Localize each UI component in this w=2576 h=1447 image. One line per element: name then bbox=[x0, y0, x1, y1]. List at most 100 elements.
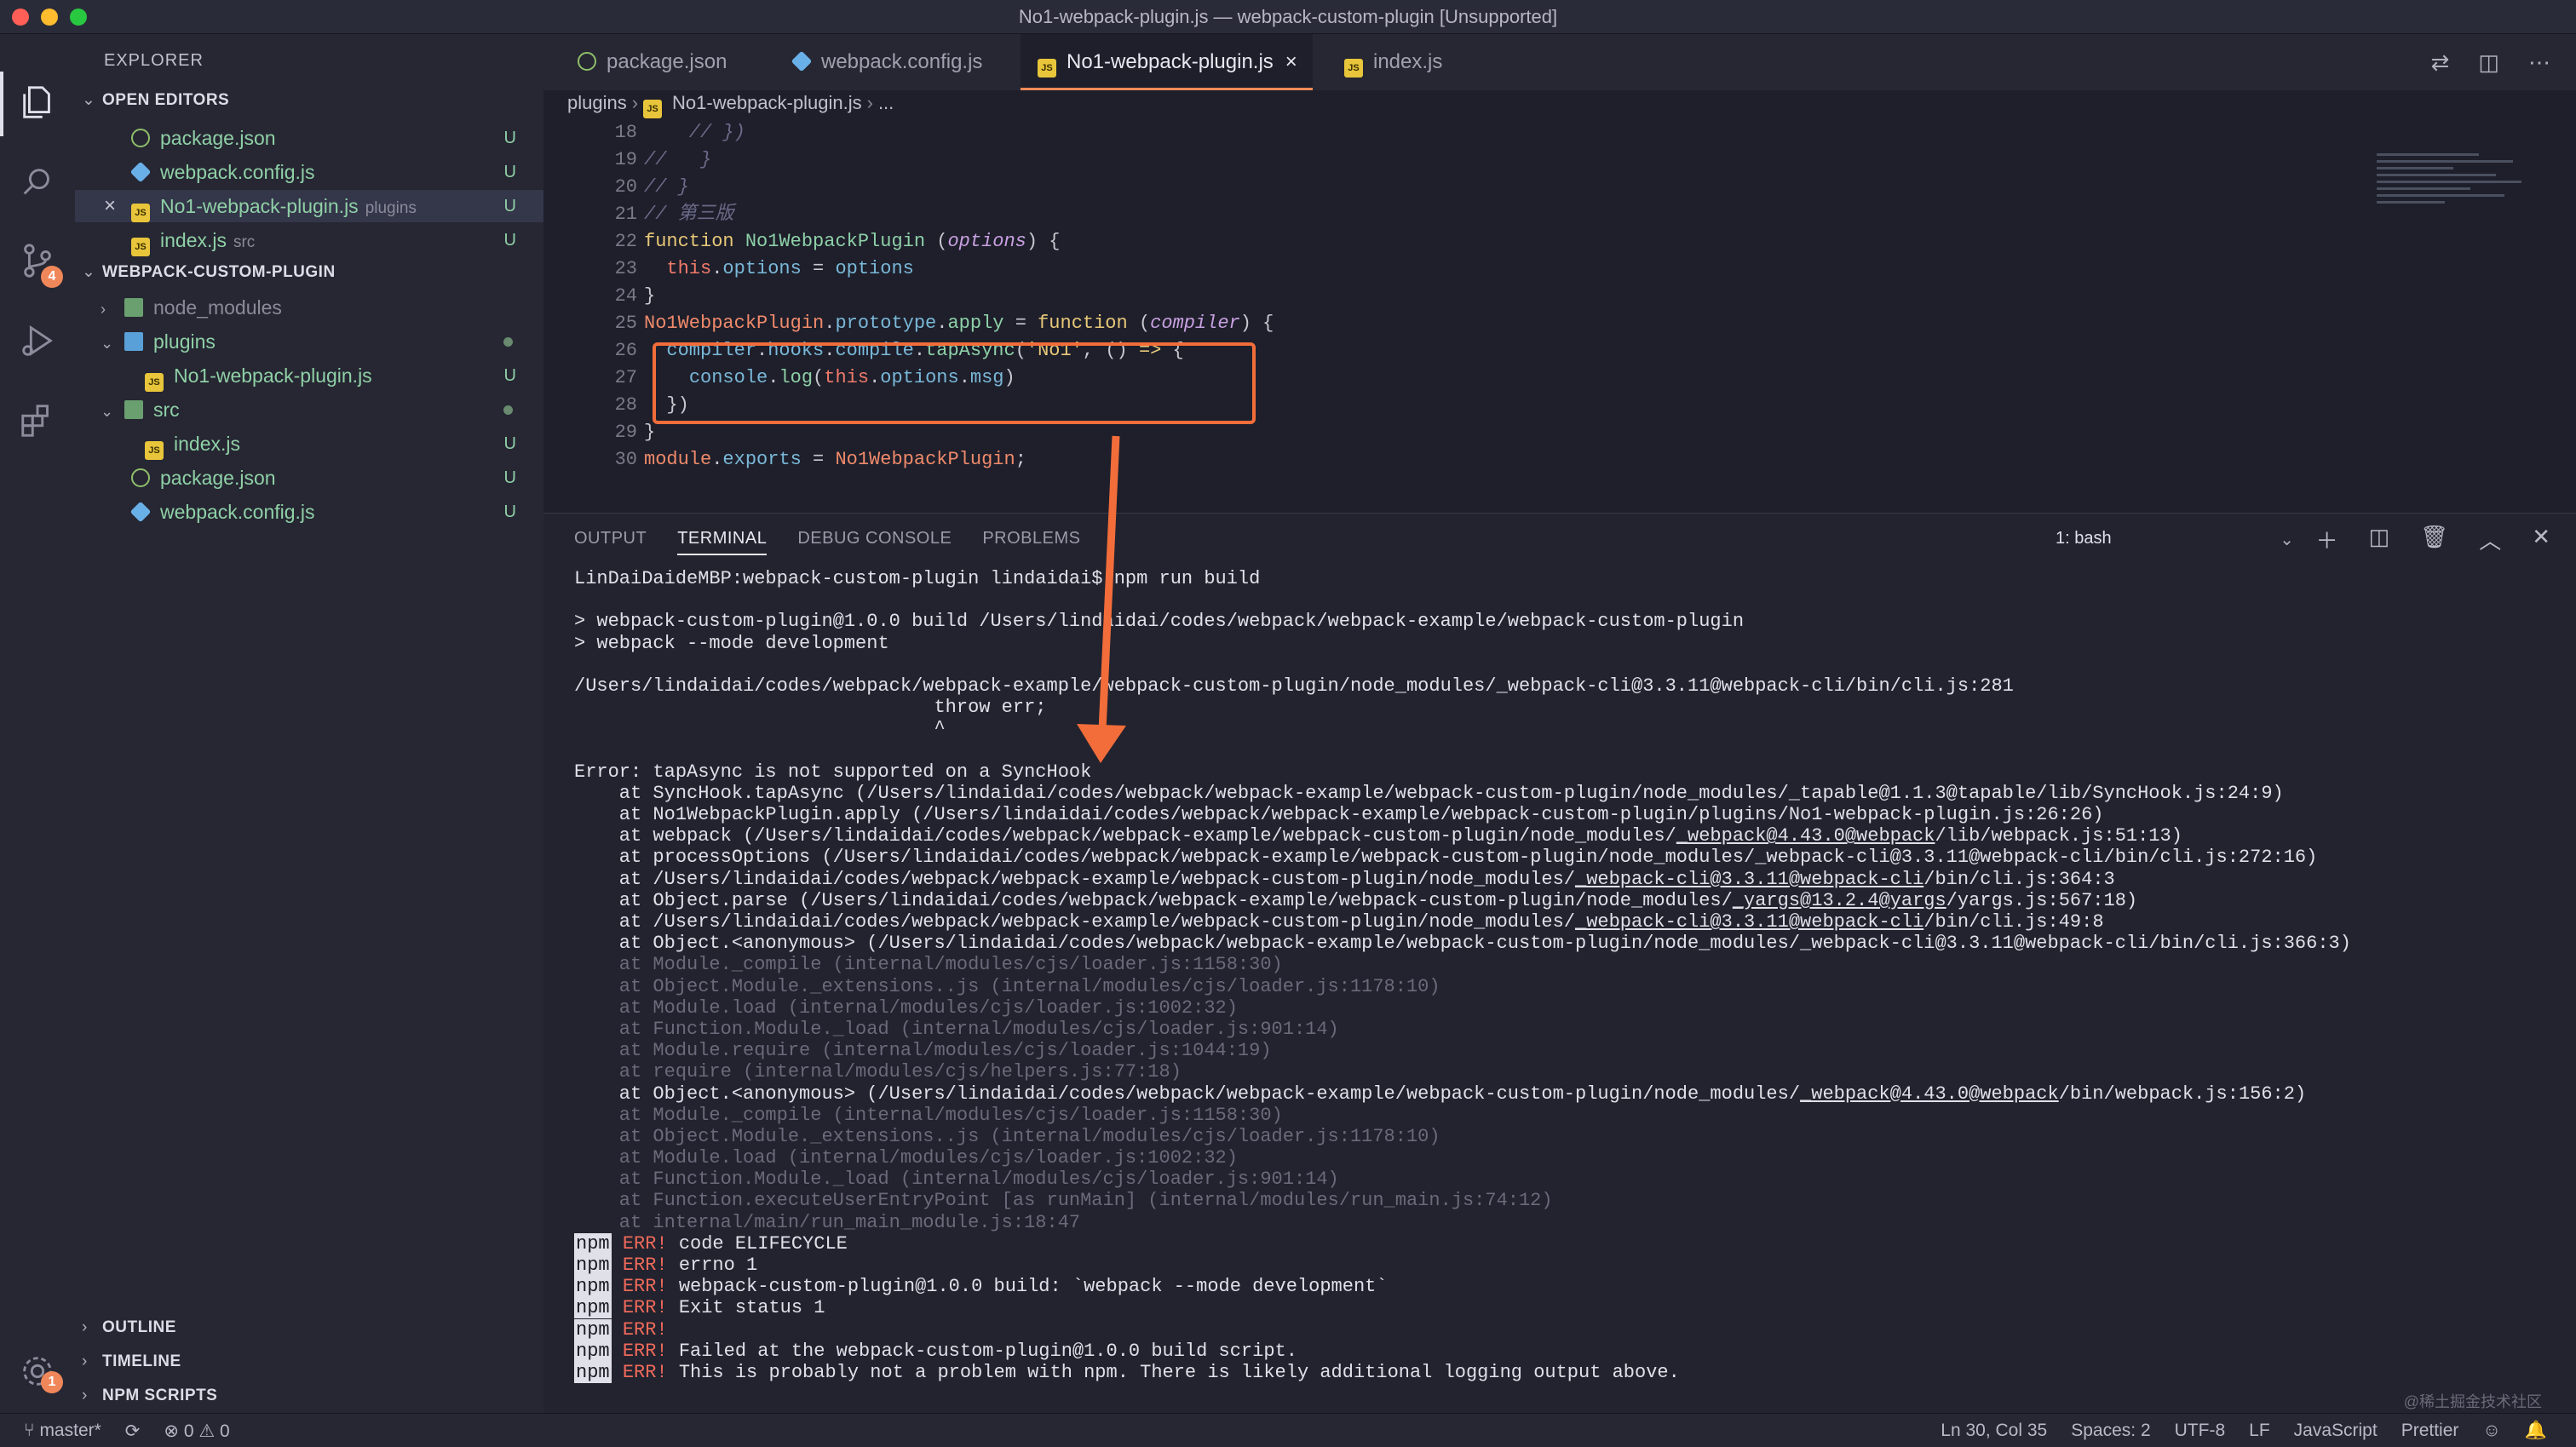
minimap[interactable] bbox=[2377, 153, 2556, 256]
terminal-link[interactable]: _yargs@13.2.4@yargs bbox=[1733, 890, 1946, 911]
open-editor-item[interactable]: package.json U bbox=[75, 122, 543, 154]
cursor-position[interactable]: Ln 30, Col 35 bbox=[1941, 1421, 2047, 1441]
tree-folder-plugins[interactable]: ⌄ plugins bbox=[75, 325, 543, 358]
tab-output[interactable]: OUTPUT bbox=[574, 529, 647, 555]
npm-scripts-section[interactable]: › NPM SCRIPTS bbox=[82, 1387, 217, 1405]
stack-line-internal: at Module.require (internal/modules/cjs/… bbox=[574, 1040, 1272, 1062]
source-control-badge: 4 bbox=[41, 266, 63, 288]
trash-icon[interactable]: 🗑 bbox=[2420, 524, 2448, 555]
breadcrumb-file[interactable]: No1-webpack-plugin.js bbox=[672, 92, 862, 113]
open-editor-item[interactable]: webpack.config.js U bbox=[75, 156, 543, 188]
terminal-shell-select[interactable]: 1: bash ⌄ bbox=[2056, 529, 2294, 549]
code-editor[interactable]: 18 // }) 19// } 20// } 21// 第三版 22 functi… bbox=[543, 119, 2576, 511]
tab-index-js[interactable]: JS index.js bbox=[1327, 34, 1442, 90]
chevron-right-icon: › bbox=[101, 301, 106, 318]
chevron-up-icon[interactable]: ︿ bbox=[2479, 524, 2501, 555]
tree-file[interactable]: package.json U bbox=[75, 462, 543, 494]
open-editor-item[interactable]: JS index.js src U bbox=[75, 224, 543, 256]
npm-error-line: npm ERR! Exit status 1 bbox=[574, 1297, 825, 1319]
stack-line: at /Users/lindaidai/codes/webpack/webpac… bbox=[574, 911, 2104, 933]
terminal-link[interactable]: _webpack@4.43.0@webpack bbox=[1676, 825, 1935, 847]
tree-folder-node-modules[interactable]: › node_modules bbox=[75, 291, 543, 324]
project-section[interactable]: ⌄ WEBPACK-CUSTOM-PLUGIN bbox=[82, 262, 336, 282]
breadcrumb-folder[interactable]: plugins bbox=[567, 92, 627, 113]
terminal-line: > webpack --mode development bbox=[574, 632, 889, 654]
git-branch[interactable]: ⑂ master* bbox=[24, 1421, 101, 1442]
extensions-icon[interactable] bbox=[15, 399, 60, 443]
tab-no1-webpack-plugin[interactable]: JS No1-webpack-plugin.js × bbox=[1021, 34, 1313, 90]
settings-badge: 1 bbox=[41, 1371, 63, 1393]
terminal-line: > webpack-custom-plugin@1.0.0 build /Use… bbox=[574, 611, 1745, 633]
window-title: No1-webpack-plugin.js — webpack-custom-p… bbox=[1018, 6, 1558, 27]
search-icon[interactable] bbox=[15, 160, 60, 204]
outline-section[interactable]: › OUTLINE bbox=[82, 1318, 176, 1337]
js-file-icon: JS bbox=[131, 238, 150, 256]
terminal-line: ^ bbox=[574, 718, 946, 740]
indentation[interactable]: Spaces: 2 bbox=[2071, 1421, 2150, 1441]
explorer-icon[interactable] bbox=[15, 80, 60, 124]
tree-folder-src[interactable]: ⌄ src bbox=[75, 393, 543, 426]
end-of-line[interactable]: LF bbox=[2249, 1421, 2270, 1441]
watermark: @稀土掘金技术社区 bbox=[2403, 1393, 2542, 1410]
open-editor-item-active[interactable]: × JS No1-webpack-plugin.js plugins U bbox=[75, 190, 543, 222]
stack-line-internal: at internal/main/run_main_module.js:18:4… bbox=[574, 1211, 1081, 1233]
npm-error-line: npm ERR! webpack-custom-plugin@1.0.0 bui… bbox=[574, 1276, 1388, 1298]
chevron-down-icon: ⌄ bbox=[82, 263, 96, 281]
tree-file[interactable]: JS No1-webpack-plugin.js U bbox=[75, 359, 543, 392]
new-terminal-icon[interactable]: ＋ bbox=[2316, 524, 2338, 555]
terminal-line: LinDaiDaideMBP:webpack-custom-plugin lin… bbox=[574, 568, 1261, 589]
explorer-title: EXPLORER bbox=[104, 51, 204, 70]
tab-problems[interactable]: PROBLEMS bbox=[982, 529, 1080, 555]
stack-line: at Object.<anonymous> (/Users/lindaidai/… bbox=[574, 933, 2351, 955]
split-terminal-icon[interactable]: ◫ bbox=[2369, 524, 2390, 555]
tab-webpack-config[interactable]: webpack.config.js bbox=[775, 34, 982, 90]
sync-icon[interactable]: ⟳ bbox=[125, 1421, 141, 1442]
stack-line: at processOptions (/Users/lindaidai/code… bbox=[574, 847, 2318, 869]
timeline-section[interactable]: › TIMELINE bbox=[82, 1352, 181, 1371]
error-title: Error: tapAsync is not supported on a Sy… bbox=[574, 761, 1092, 783]
activity-bar: 4 1 bbox=[0, 34, 75, 1413]
bell-icon[interactable]: 🔔 bbox=[2525, 1421, 2547, 1441]
tab-terminal[interactable]: TERMINAL bbox=[677, 529, 768, 555]
untracked-status: U bbox=[503, 366, 516, 385]
chevron-right-icon: › bbox=[82, 1318, 88, 1336]
close-icon[interactable]: × bbox=[104, 190, 116, 222]
open-editors-section[interactable]: ⌄ OPEN EDITORS bbox=[82, 90, 229, 110]
panel-actions: ＋ ◫ 🗑 ︿ ✕ bbox=[2316, 524, 2550, 555]
terminal-line: throw err; bbox=[574, 697, 1047, 719]
tree-file[interactable]: JS index.js U bbox=[75, 428, 543, 460]
stack-line-internal: at Object.Module._extensions..js (intern… bbox=[574, 1125, 1440, 1147]
language-mode[interactable]: JavaScript bbox=[2294, 1421, 2378, 1441]
run-debug-icon[interactable] bbox=[15, 319, 60, 363]
formatter[interactable]: Prettier bbox=[2401, 1421, 2459, 1441]
stack-line-internal: at Function.executeUserEntryPoint [as ru… bbox=[574, 1190, 1553, 1212]
breadcrumb-more[interactable]: ... bbox=[878, 92, 894, 113]
stack-line-internal: at Module._compile (internal/modules/cjs… bbox=[574, 1104, 1283, 1126]
untracked-status: U bbox=[503, 129, 516, 147]
tree-file[interactable]: webpack.config.js U bbox=[75, 496, 543, 528]
untracked-status: U bbox=[503, 468, 516, 487]
webpack-config-icon bbox=[791, 50, 813, 72]
modified-dot bbox=[503, 405, 513, 415]
explorer-sidebar: EXPLORER ⌄ OPEN EDITORS package.json U we… bbox=[75, 34, 543, 1413]
tab-package-json[interactable]: package.json bbox=[561, 34, 727, 90]
terminal-link[interactable]: _webpack-cli@3.3.11@webpack-cli bbox=[1575, 869, 1923, 890]
compare-changes-icon[interactable]: ⇄ bbox=[2431, 49, 2450, 76]
terminal-line: /Users/lindaidai/codes/webpack/webpack-e… bbox=[574, 675, 2014, 697]
status-bar: ⑂ master* ⟳ ⊗ 0 ⚠ 0 Ln 30, Col 35 Spaces… bbox=[0, 1413, 2576, 1447]
terminal-link[interactable]: _webpack@4.43.0@webpack bbox=[1800, 1083, 2059, 1105]
more-actions-icon[interactable]: ⋯ bbox=[2528, 49, 2550, 76]
terminal-link[interactable]: _webpack-cli@3.3.11@webpack-cli bbox=[1575, 911, 1923, 933]
stack-line-internal: at require (internal/modules/cjs/helpers… bbox=[574, 1061, 1182, 1083]
close-icon[interactable]: ✕ bbox=[2532, 524, 2550, 555]
split-editor-icon[interactable]: ◫ bbox=[2478, 49, 2499, 76]
error-icon: ⊗ bbox=[164, 1421, 184, 1441]
problems-indicator[interactable]: ⊗ 0 ⚠ 0 bbox=[164, 1421, 229, 1442]
tab-debug-console[interactable]: DEBUG CONSOLE bbox=[797, 529, 952, 555]
terminal-output[interactable]: LinDaiDaideMBP:webpack-custom-plugin lin… bbox=[574, 568, 2550, 1411]
chevron-down-icon: ⌄ bbox=[82, 91, 96, 109]
encoding[interactable]: UTF-8 bbox=[2175, 1421, 2226, 1441]
npm-error-line: npm ERR! bbox=[574, 1318, 668, 1341]
close-icon[interactable]: × bbox=[1285, 50, 1297, 73]
feedback-icon[interactable]: ☺ bbox=[2482, 1421, 2500, 1441]
